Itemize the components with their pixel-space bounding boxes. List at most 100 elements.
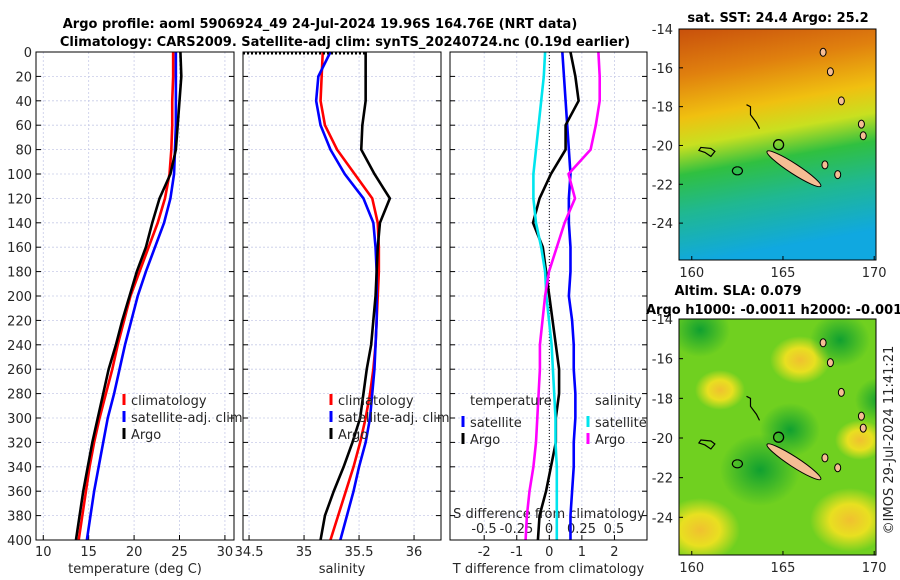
profile-panel-3: -2 -1 0 1 2 T difference from climatology -0.5…: [449, 51, 648, 577]
y-tick-label: 360: [7, 485, 32, 500]
x-tick-label: 15: [80, 545, 97, 560]
lat-tick-label: -14: [652, 23, 673, 38]
argo-profile-figure: Argo profile: aoml 5906924_49 24-Jul-202…: [7, 11, 900, 577]
x-tick-label: 0: [545, 545, 553, 560]
y-tick-label: 200: [7, 290, 32, 305]
sla-low: [810, 319, 870, 367]
legend-label: satellite: [470, 416, 522, 431]
sla-high: [679, 498, 740, 555]
legend-label: climatology: [131, 394, 207, 409]
lon-tick-label: 170: [862, 266, 887, 281]
y-tick-label: 260: [7, 363, 32, 378]
x-tick-label: -2: [478, 545, 491, 560]
island: [819, 47, 827, 57]
lon-tick-label: 165: [771, 561, 796, 576]
legend-title-salinity: salinity: [595, 394, 642, 409]
lon-tick-label: 160: [679, 561, 704, 576]
y-tick-label: 100: [7, 168, 32, 183]
lat-tick-label: -20: [652, 432, 673, 447]
y-tick-label: 400: [7, 534, 32, 549]
s-tick-label: 0: [545, 522, 553, 537]
y-tick-label: 160: [7, 241, 32, 256]
x-tick-label: -1: [510, 545, 523, 560]
y-tick-label: 120: [7, 192, 32, 207]
s-tick-label: -0.25: [500, 522, 534, 537]
legend-title-temperature: temperature: [470, 394, 552, 409]
island: [859, 423, 867, 433]
y-tick-label: 240: [7, 339, 32, 354]
legend-label: climatology: [338, 394, 414, 409]
map-field: [679, 319, 876, 555]
y-tick-label: 180: [7, 266, 32, 281]
lat-tick-label: -18: [652, 101, 673, 116]
x-axis-label: temperature (deg C): [68, 562, 202, 577]
map-title: sat. SST: 24.4 Argo: 25.2: [687, 11, 868, 26]
lon-tick-label: 170: [862, 561, 887, 576]
y-tick-label: 340: [7, 461, 32, 476]
lat-tick-label: -22: [652, 472, 673, 487]
legend-label: Argo: [470, 433, 500, 448]
series-line-climatology: [319, 51, 381, 541]
x-tick-label: 30: [217, 545, 234, 560]
island: [857, 411, 865, 421]
legend-label: satellite-adj. clim: [131, 411, 243, 426]
y-tick-label: 40: [15, 95, 32, 110]
island: [826, 358, 834, 368]
y-tick-label: 220: [7, 314, 32, 329]
legend-label: Argo: [131, 428, 161, 443]
y-tick-label: 140: [7, 217, 32, 232]
profile-panel-2: 34.5 35 35.5 36 salinity climatology satellite…: [235, 51, 450, 577]
s-tick-label: 0.5: [604, 522, 625, 537]
lon-tick-label: 160: [679, 266, 704, 281]
sst-field: [679, 29, 876, 260]
sla-high: [695, 370, 745, 410]
x-axis-label: T difference from climatology: [452, 562, 645, 577]
x-tick-label: 35: [296, 545, 313, 560]
island: [857, 119, 865, 129]
legend-label: Argo: [595, 433, 625, 448]
island: [837, 387, 845, 397]
island: [837, 96, 845, 106]
y-tick-label: 20: [15, 70, 32, 85]
map-subtitle: Argo h1000: -0.0011 h2000: -0.001: [646, 303, 900, 318]
legend-label: satellite: [595, 416, 647, 431]
y-tick-label: 0: [24, 46, 32, 61]
lat-tick-label: -24: [652, 217, 673, 232]
legend-label: Argo: [338, 428, 368, 443]
island: [819, 338, 827, 348]
profile-panel-1: 0 20 40 60 80 100 120 140 160 180 200 220 240 260 280 3…: [7, 46, 242, 577]
y-tick-label: 280: [7, 388, 32, 403]
s-tick-label: -0.5: [471, 522, 496, 537]
island: [859, 131, 867, 141]
island: [821, 160, 829, 170]
y-tick-label: 320: [7, 436, 32, 451]
lat-tick-label: -16: [652, 353, 673, 368]
sst-map: 160 165 170 -14 -16 -18 -20 -22 -24 sat. SST: 24.…: [652, 11, 887, 281]
x-axis-label: salinity: [319, 562, 366, 577]
y-tick-label: 80: [15, 144, 32, 159]
x-tick-label: 36: [406, 545, 423, 560]
sla-map: 160 165 170-14-16-18-20-22-24Altim. SLA: 0…: [646, 284, 900, 576]
island: [826, 67, 834, 77]
title-line-2: Climatology: CARS2009. Satellite-adj cli…: [60, 35, 630, 50]
x-tick-label: 10: [35, 545, 52, 560]
sla-high: [810, 488, 876, 552]
title-line-1: Argo profile: aoml 5906924_49 24-Jul-202…: [63, 17, 578, 32]
s-axis-label: S difference from climatology: [453, 507, 645, 522]
island: [821, 453, 829, 463]
x-tick-label: 20: [126, 545, 143, 560]
x-tick-label: 2: [610, 545, 618, 560]
lat-tick-label: -18: [652, 392, 673, 407]
imos-watermark: ©IMOS 29-Jul-2024 11:41:21: [882, 346, 897, 535]
lat-tick-label: -22: [652, 178, 673, 193]
x-tick-label: 1: [578, 545, 586, 560]
island: [834, 170, 842, 180]
x-tick-label: 25: [171, 545, 188, 560]
lat-tick-label: -16: [652, 62, 673, 77]
island: [834, 463, 842, 473]
series-line-satellite: [561, 51, 577, 540]
y-tick-label: 300: [7, 412, 32, 427]
y-tick-label: 60: [15, 119, 32, 134]
map-title: Altim. SLA: 0.079: [675, 284, 802, 299]
lon-tick-label: 165: [771, 266, 796, 281]
